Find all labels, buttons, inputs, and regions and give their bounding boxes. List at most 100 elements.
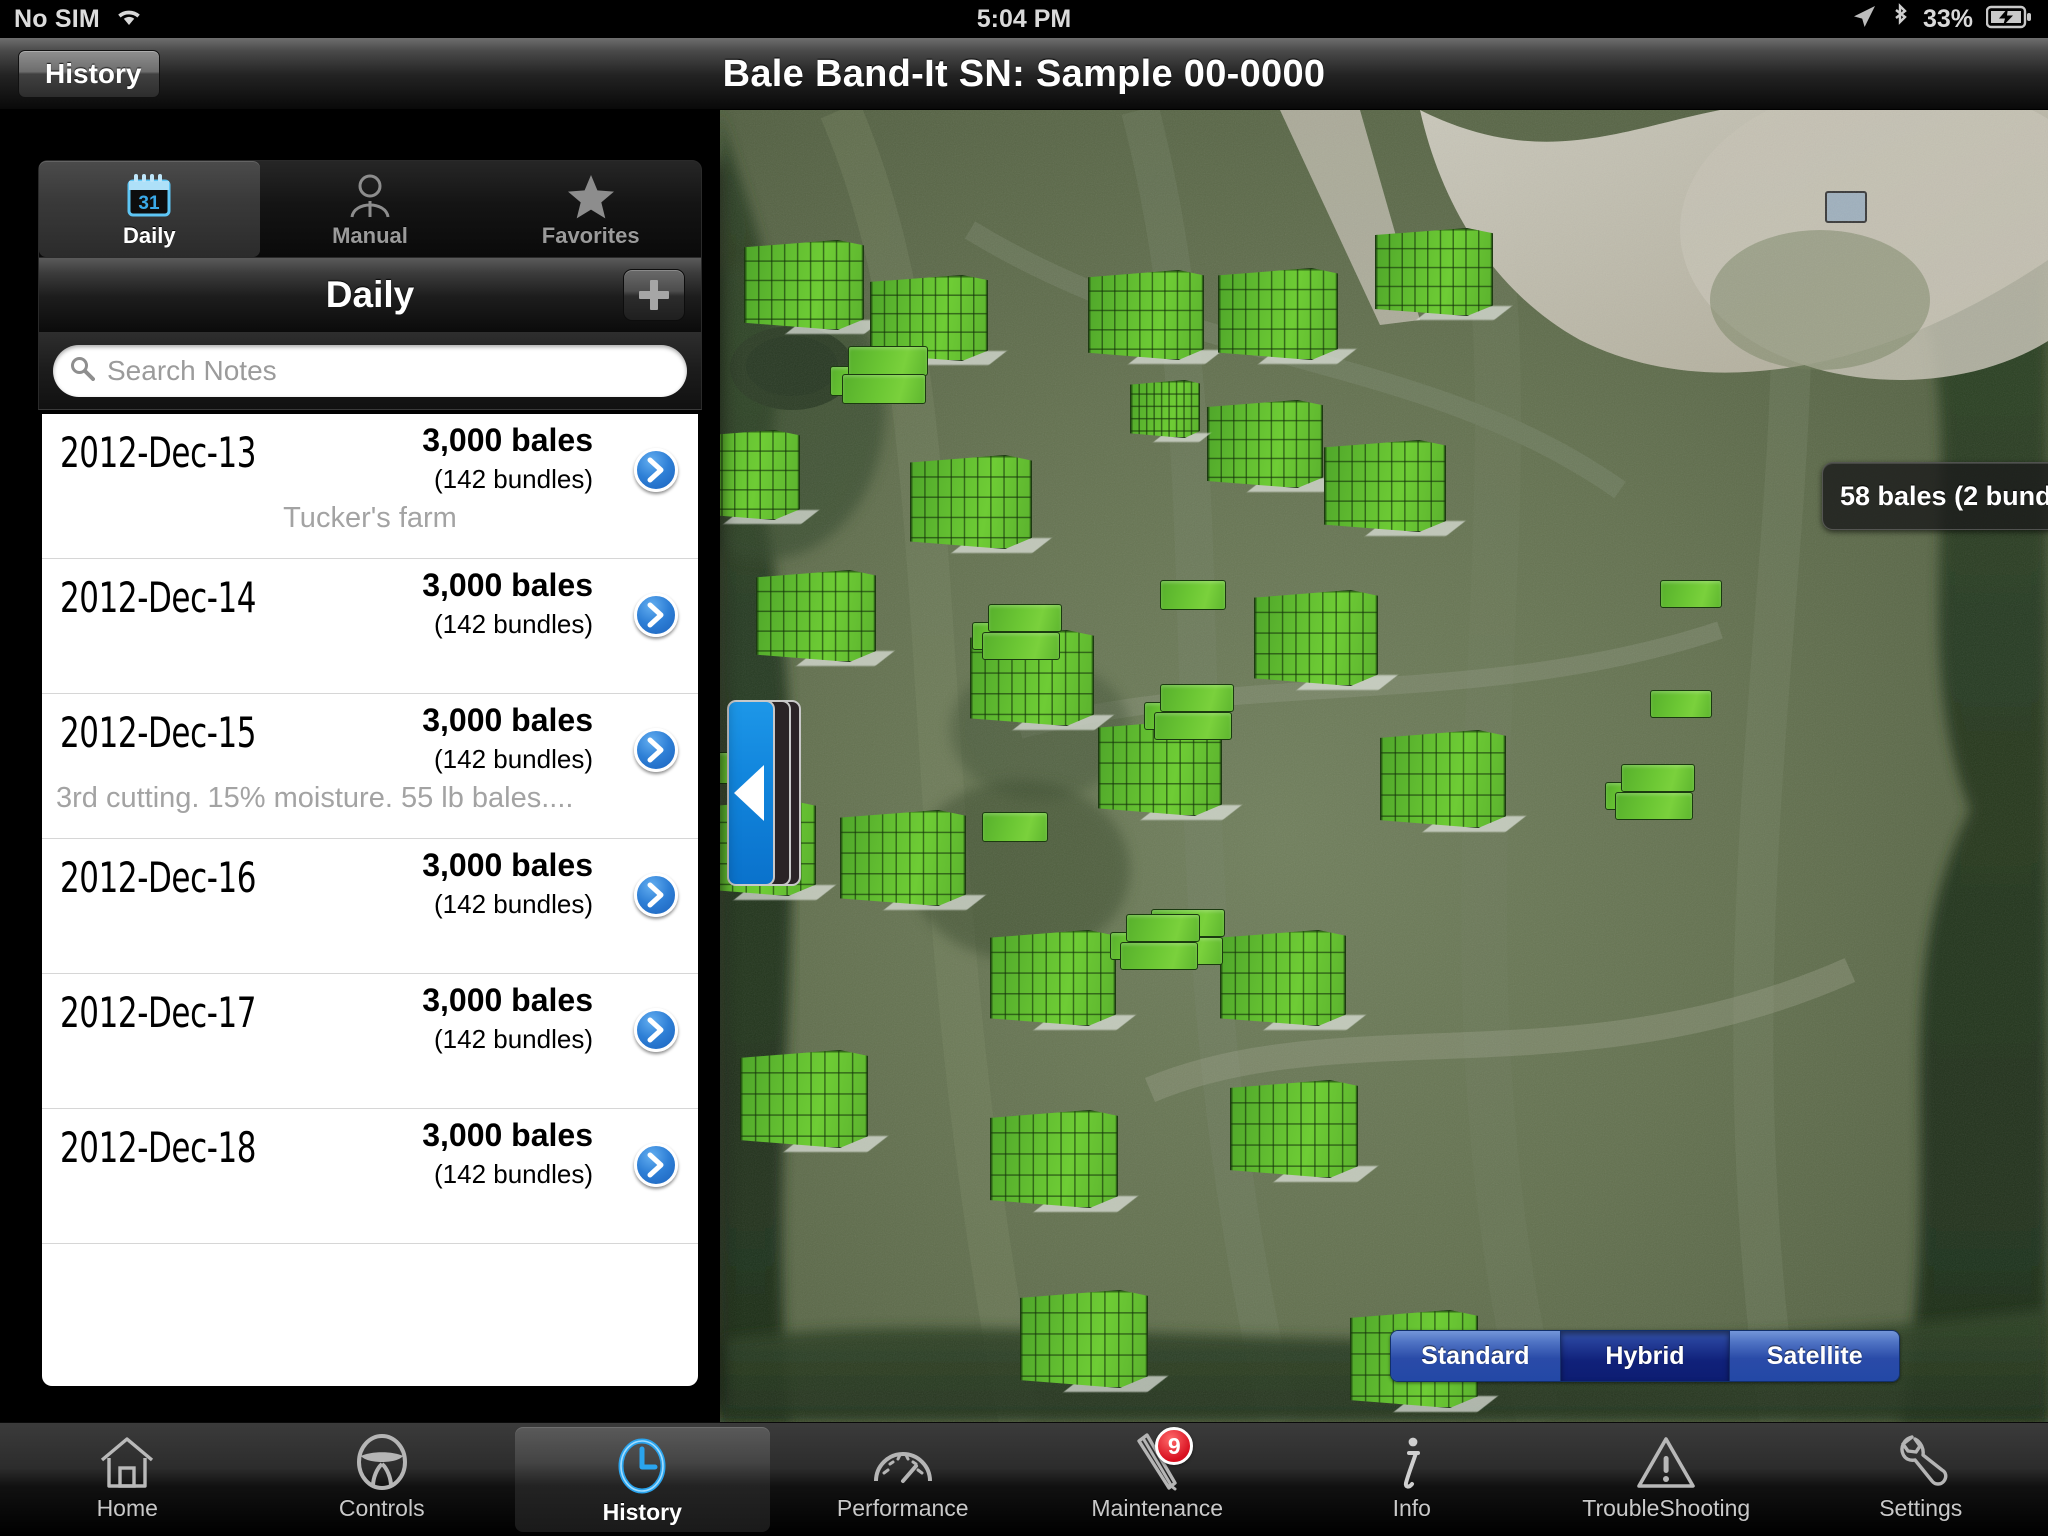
bundle-marker[interactable] bbox=[720, 430, 819, 524]
tab-troubleshooting[interactable]: TroubleShooting bbox=[1539, 1423, 1794, 1536]
bundle-marker[interactable] bbox=[1375, 228, 1512, 320]
callout-body[interactable]: 58 bales (2 bundles) bbox=[1822, 462, 2048, 530]
bundle-marker[interactable] bbox=[1254, 590, 1398, 690]
wrench-icon bbox=[1892, 1431, 1950, 1493]
list-item[interactable]: 2012-Dec-14 3,000 bales (142 bundles) bbox=[42, 559, 698, 694]
map-type-satellite[interactable]: Satellite bbox=[1730, 1331, 1899, 1381]
list-item-bales: 3,000 bales bbox=[422, 982, 593, 1018]
map-type-hybrid[interactable]: Hybrid bbox=[1560, 1331, 1731, 1381]
bundle-marker[interactable] bbox=[1220, 930, 1366, 1030]
bundle-marker[interactable] bbox=[1380, 730, 1527, 832]
bundle-marker[interactable] bbox=[990, 930, 1136, 1030]
list-item-main: 2012-Dec-16 3,000 bales (142 bundles) bbox=[42, 839, 698, 925]
bundle-marker[interactable] bbox=[756, 570, 895, 666]
list-item[interactable]: 2012-Dec-13 3,000 bales (142 bundles) Tu… bbox=[42, 414, 698, 559]
bale-stack-marker[interactable] bbox=[1144, 680, 1244, 746]
bundle-marker[interactable] bbox=[1324, 440, 1466, 536]
nav-bar: Bale Band-It SN: Sample 00-0000 History bbox=[0, 38, 2048, 110]
bale-stack-marker[interactable] bbox=[972, 600, 1072, 666]
sidebar-tab-bar[interactable]: 31 Daily Manual Favorites bbox=[38, 160, 702, 258]
status-bar-right: 33% bbox=[1851, 0, 2032, 38]
sidebar-collapse-handle[interactable] bbox=[727, 700, 805, 886]
sidebar-tab-daily-label: Daily bbox=[123, 223, 176, 248]
map-type-standard[interactable]: Standard bbox=[1391, 1331, 1561, 1381]
list-item-date: 2012-Dec-13 bbox=[60, 428, 257, 477]
list-item-date: 2012-Dec-15 bbox=[60, 708, 257, 757]
battery-percent-label: 33% bbox=[1922, 4, 1973, 33]
search-placeholder: Search Notes bbox=[107, 354, 277, 386]
bale-stack-marker[interactable] bbox=[1650, 680, 1718, 724]
warning-triangle-icon bbox=[1635, 1431, 1697, 1493]
bundle-marker[interactable] bbox=[1230, 1080, 1379, 1182]
list-item[interactable]: 2012-Dec-16 3,000 bales (142 bundles) bbox=[42, 839, 698, 974]
bale-stack-marker[interactable] bbox=[982, 802, 1054, 848]
list-item[interactable]: 2012-Dec-17 3,000 bales (142 bundles) bbox=[42, 974, 698, 1109]
page-title: Bale Band-It SN: Sample 00-0000 bbox=[722, 52, 1326, 95]
list-item-bundles: (142 bundles) bbox=[434, 889, 593, 919]
bundle-marker[interactable] bbox=[1088, 270, 1223, 364]
bundle-marker[interactable] bbox=[1130, 380, 1212, 442]
chevron-right-icon[interactable] bbox=[634, 728, 678, 772]
home-icon bbox=[98, 1431, 156, 1493]
chevron-right-icon[interactable] bbox=[634, 593, 678, 637]
tab-performance-label: Performance bbox=[836, 1495, 969, 1521]
tab-info[interactable]: Info bbox=[1285, 1423, 1540, 1536]
list-item-spacer bbox=[42, 1195, 698, 1243]
bundle-marker[interactable] bbox=[990, 1110, 1139, 1212]
bundle-marker[interactable] bbox=[744, 240, 883, 334]
list-item-bales: 3,000 bales bbox=[422, 567, 593, 603]
grease-gun-icon: 9 bbox=[1125, 1427, 1194, 1493]
bale-stack-marker[interactable] bbox=[830, 340, 940, 410]
list-item-bundles: (142 bundles) bbox=[434, 1024, 593, 1054]
back-button[interactable]: History bbox=[18, 50, 161, 98]
battery-charging-icon bbox=[1985, 5, 2032, 34]
tab-settings[interactable]: Settings bbox=[1794, 1423, 2048, 1536]
add-button[interactable] bbox=[623, 269, 685, 321]
sidebar-tab-favorites[interactable]: Favorites bbox=[480, 161, 701, 257]
bundle-marker[interactable] bbox=[1218, 268, 1357, 364]
sidebar-tab-manual[interactable]: Manual bbox=[260, 161, 481, 257]
bundle-marker[interactable] bbox=[1020, 1290, 1169, 1392]
tab-maintenance-label: Maintenance bbox=[1091, 1495, 1224, 1521]
tab-performance[interactable]: Performance bbox=[776, 1423, 1031, 1536]
bale-stack-marker[interactable] bbox=[1660, 570, 1728, 614]
map-view[interactable]: 58 bales (2 bundles) Standard Hybrid Sat… bbox=[720, 110, 2048, 1422]
maintenance-badge: 9 bbox=[1155, 1427, 1194, 1465]
sidebar-tab-manual-label: Manual bbox=[332, 223, 408, 248]
list-item[interactable]: 2012-Dec-15 3,000 bales (142 bundles) 3r… bbox=[42, 694, 698, 839]
bale-stack-marker[interactable] bbox=[1110, 910, 1210, 976]
list-item-main: 2012-Dec-15 3,000 bales (142 bundles) bbox=[42, 694, 698, 780]
bundle-marker[interactable] bbox=[1207, 400, 1342, 492]
list-item-spacer bbox=[42, 925, 698, 973]
list-item-bales: 3,000 bales bbox=[422, 847, 593, 883]
collapse-left-icon[interactable] bbox=[727, 700, 775, 886]
tab-home[interactable]: Home bbox=[0, 1423, 255, 1536]
chevron-right-icon[interactable] bbox=[634, 873, 678, 917]
chevron-right-icon[interactable] bbox=[634, 1008, 678, 1052]
search-input[interactable]: Search Notes bbox=[53, 344, 687, 397]
bundle-marker[interactable] bbox=[910, 455, 1052, 553]
search-bar: Search Notes bbox=[38, 332, 702, 410]
chevron-right-icon[interactable] bbox=[634, 1143, 678, 1187]
steering-wheel-icon bbox=[353, 1431, 411, 1493]
list-item-date: 2012-Dec-14 bbox=[60, 573, 257, 622]
bundle-marker[interactable] bbox=[740, 1050, 889, 1152]
tab-controls[interactable]: Controls bbox=[255, 1423, 510, 1536]
bale-stack-marker[interactable] bbox=[1160, 570, 1232, 616]
list-item-bundles: (142 bundles) bbox=[434, 744, 593, 774]
tab-maintenance[interactable]: 9 Maintenance bbox=[1030, 1423, 1285, 1536]
sidebar-tab-daily[interactable]: 31 Daily bbox=[39, 161, 260, 257]
gauge-icon bbox=[872, 1431, 934, 1493]
bundle-marker[interactable] bbox=[840, 810, 986, 910]
list-item-note: Tucker's farm bbox=[283, 502, 457, 534]
main-tab-bar[interactable]: Home Controls History Performance 9 Main… bbox=[0, 1422, 2048, 1536]
list-item[interactable]: 2012-Dec-18 3,000 bales (142 bundles) bbox=[42, 1109, 698, 1244]
map-callout[interactable]: 58 bales (2 bundles) bbox=[1822, 462, 2048, 530]
map-type-segmented-control[interactable]: Standard Hybrid Satellite bbox=[1390, 1330, 1900, 1382]
daily-list[interactable]: 2012-Dec-13 3,000 bales (142 bundles) Tu… bbox=[42, 414, 698, 1386]
list-item-bales: 3,000 bales bbox=[422, 702, 593, 738]
chevron-right-icon[interactable] bbox=[634, 448, 678, 492]
bale-stack-marker[interactable] bbox=[1605, 760, 1705, 826]
tab-history[interactable]: History bbox=[515, 1427, 770, 1532]
list-item-spacer bbox=[42, 645, 698, 693]
